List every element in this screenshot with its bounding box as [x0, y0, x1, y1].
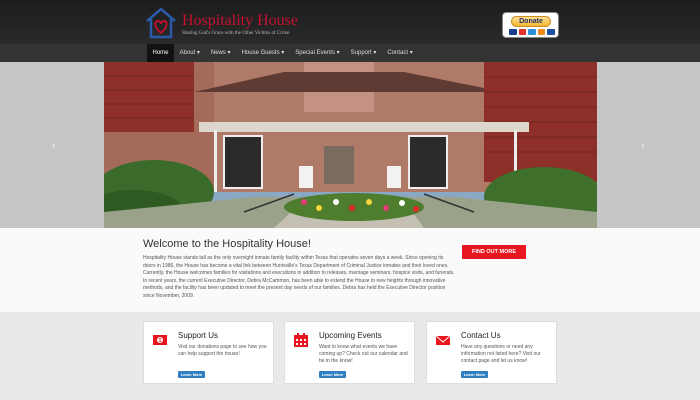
- welcome-body: Hospitality House stands tall as the onl…: [143, 255, 455, 299]
- nav-contact[interactable]: Contact ▾: [382, 44, 418, 62]
- card-title: Support Us: [178, 331, 219, 340]
- house-photo: [104, 62, 597, 228]
- card-text: Visit our donations page to see how you …: [178, 344, 267, 357]
- learn-more-button[interactable]: Learn More: [178, 371, 205, 378]
- site-tagline: Sharing God's Grace with the Other Victi…: [182, 31, 290, 36]
- card-amex-icon: [528, 29, 536, 35]
- site-logo[interactable]: Hospitality House Sharing God's Grace wi…: [144, 6, 304, 40]
- house-heart-icon: [146, 7, 176, 39]
- card-text: Want to know what events we have coming …: [319, 344, 408, 364]
- card-text: Have any questions or need any informati…: [461, 344, 541, 364]
- card-mastercard-icon: [518, 29, 527, 35]
- calendar-icon: [294, 333, 308, 347]
- card-discover-icon: [537, 29, 546, 35]
- welcome-section: Welcome to the Hospitality House! Hospit…: [0, 228, 700, 312]
- payment-cards: [509, 29, 555, 36]
- donate-button[interactable]: Donate: [511, 16, 551, 27]
- find-out-more-button[interactable]: FIND OUT MORE: [462, 245, 526, 259]
- donate-widget: Donate: [502, 12, 559, 38]
- main-nav: Home About ▾ News ▾ House Guests ▾ Speci…: [0, 44, 700, 62]
- nav-about[interactable]: About ▾: [174, 44, 205, 62]
- learn-more-button[interactable]: Learn More: [319, 371, 346, 378]
- card-upcoming-events: Upcoming Events Want to know what events…: [284, 321, 415, 384]
- slider-next-arrow-icon[interactable]: ›: [641, 140, 644, 151]
- card-visa-icon: [509, 29, 517, 35]
- nav-home[interactable]: Home: [147, 44, 175, 62]
- envelope-icon: [436, 335, 450, 345]
- site-header: Hospitality House Sharing God's Grace wi…: [0, 0, 700, 44]
- money-icon: $: [153, 335, 167, 345]
- slider-side-right: [597, 62, 700, 228]
- learn-more-button[interactable]: Learn More: [461, 371, 488, 378]
- card-support-us: $ Support Us Visit our donations page to…: [143, 321, 274, 384]
- site-title: Hospitality House: [182, 12, 298, 29]
- hero-slider: ‹ ›: [0, 62, 700, 228]
- card-title: Upcoming Events: [319, 331, 382, 340]
- card-contact-us: Contact Us Have any questions or need an…: [426, 321, 557, 384]
- hero-image: [104, 62, 597, 228]
- slider-prev-arrow-icon[interactable]: ‹: [52, 140, 55, 151]
- card-bank-icon: [547, 29, 555, 35]
- nav-house-guests[interactable]: House Guests ▾: [236, 44, 290, 62]
- nav-support[interactable]: Support ▾: [345, 44, 382, 62]
- welcome-title: Welcome to the Hospitality House!: [143, 238, 311, 250]
- svg-text:$: $: [159, 338, 162, 344]
- nav-news[interactable]: News ▾: [205, 44, 236, 62]
- card-title: Contact Us: [461, 331, 501, 340]
- nav-special-events[interactable]: Special Events ▾: [290, 44, 345, 62]
